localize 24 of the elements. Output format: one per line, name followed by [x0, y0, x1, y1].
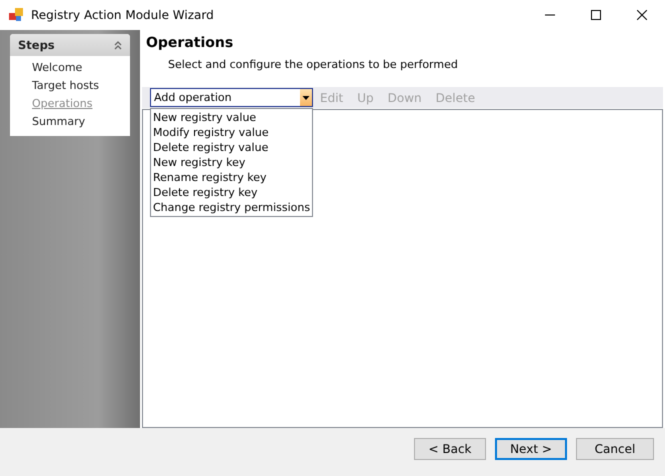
maximize-icon[interactable]: [591, 10, 601, 20]
wizard-button[interactable]: < Back: [414, 438, 486, 460]
dropdown-option[interactable]: Change registry permissions: [153, 200, 312, 215]
dropdown-option[interactable]: Rename registry key: [153, 170, 312, 185]
dropdown-option[interactable]: Delete registry key: [153, 185, 312, 200]
step-link[interactable]: Target hosts: [32, 78, 130, 94]
operation-combo[interactable]: Add operation: [150, 88, 313, 107]
collapse-icon[interactable]: [114, 40, 122, 50]
steps-title: Steps: [18, 38, 55, 52]
step-link[interactable]: Summary: [32, 114, 130, 130]
dropdown-option[interactable]: New registry key: [153, 155, 312, 170]
page-subtitle: Select and configure the operations to be performed: [168, 58, 459, 72]
operations-list[interactable]: [142, 109, 663, 428]
dropdown-option[interactable]: Delete registry value: [153, 140, 312, 155]
app-icon: [9, 8, 23, 22]
dropdown-option[interactable]: Modify registry value: [153, 125, 312, 140]
step-link[interactable]: Operations: [32, 96, 130, 112]
window-title: Registry Action Module Wizard: [31, 8, 215, 22]
page-title: Operations: [146, 34, 234, 52]
wizard-button[interactable]: Next >: [495, 438, 567, 460]
dropdown-option[interactable]: New registry value: [153, 110, 312, 125]
close-icon[interactable]: [637, 10, 647, 20]
wizard-button[interactable]: Cancel: [576, 438, 654, 460]
step-link[interactable]: Welcome: [32, 60, 130, 76]
